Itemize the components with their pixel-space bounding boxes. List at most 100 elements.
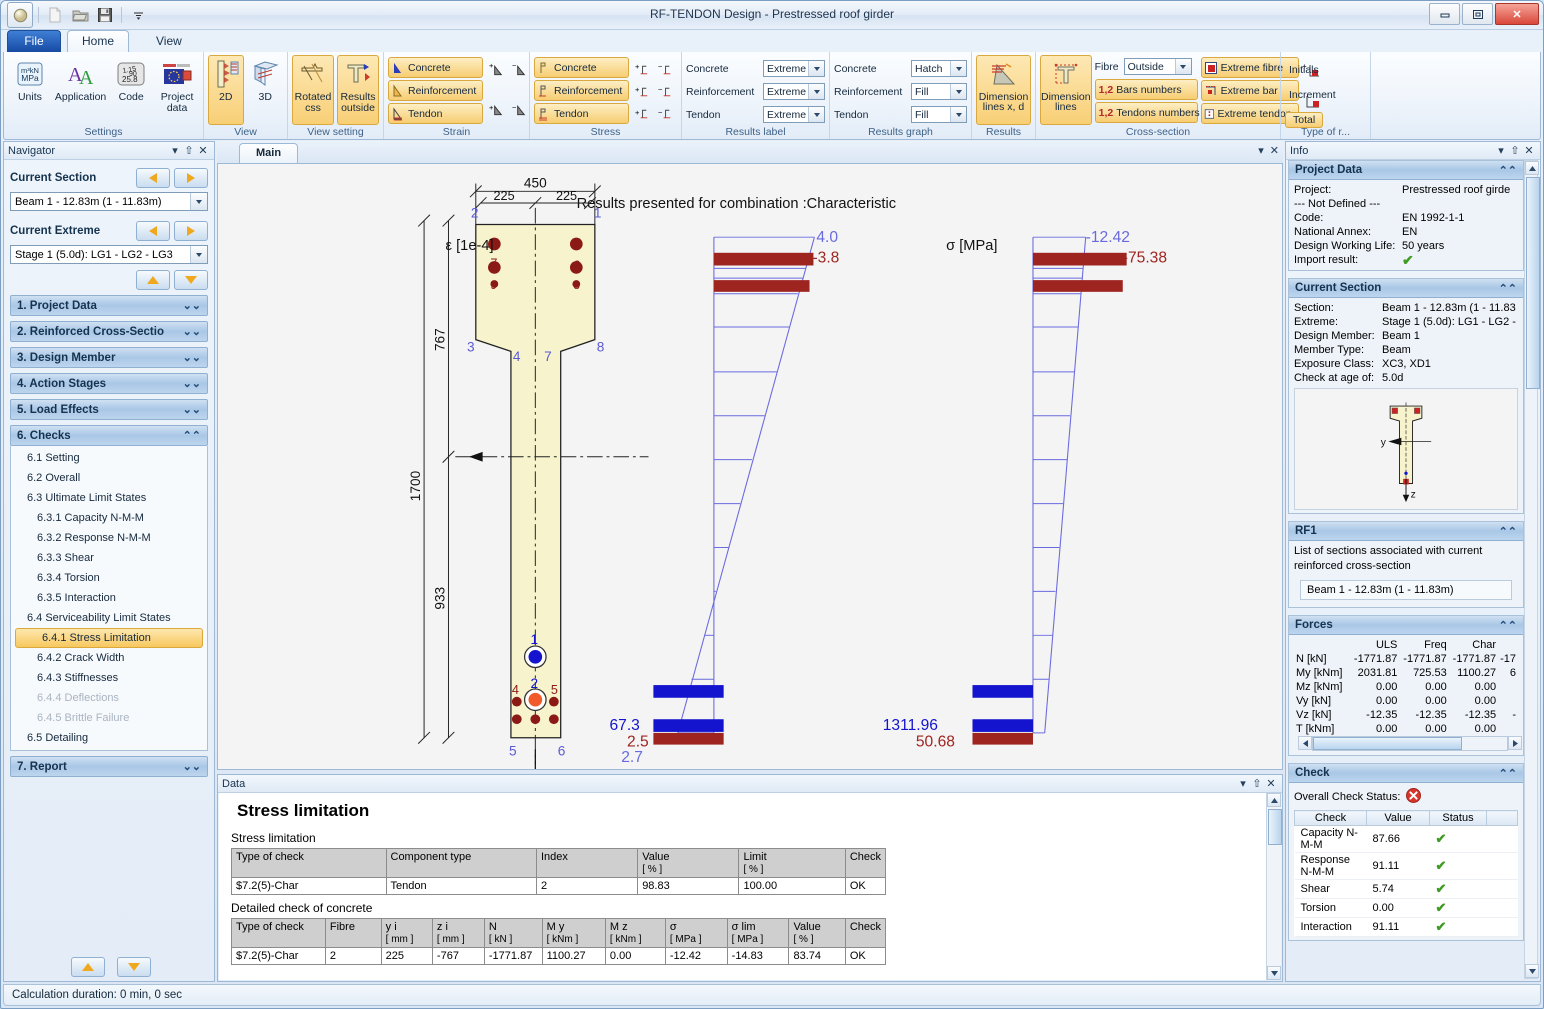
info-box-forces-header[interactable]: Forces⌃⌃: [1289, 616, 1523, 635]
navsection-header-project-data[interactable]: 1. Project Data⌄⌄: [10, 295, 208, 316]
sidebar-item-6-3-ultimate-limit-states[interactable]: 6.3 Ultimate Limit States: [11, 488, 207, 508]
sidebar-item-6-3-2-response[interactable]: 6.3.2 Response N-M-M: [11, 528, 207, 548]
stress-tendon-button[interactable]: Tendon: [534, 103, 629, 124]
navsection-header-load-effects[interactable]: 5. Load Effects⌄⌄: [10, 399, 208, 420]
graphics-viewport[interactable]: Results presented for combination :Chara…: [217, 163, 1283, 770]
navsection-header-checks[interactable]: 6. Checks⌃⌃: [10, 425, 208, 446]
chevron-down-icon[interactable]: [950, 107, 966, 122]
ribbon-tab-strip[interactable]: File Home View: [1, 30, 1543, 52]
stress-sign-row-3[interactable]: + −: [635, 105, 675, 122]
navsection-header-report[interactable]: 7. Report⌄⌄: [10, 756, 208, 777]
strain-plus-icon-bottom[interactable]: +: [489, 101, 506, 118]
application-button[interactable]: AA Application: [54, 55, 107, 104]
stress-sign-row-1[interactable]: + −: [635, 61, 675, 78]
data-panel-scrollbar[interactable]: [1266, 793, 1281, 980]
chevron-down-icon[interactable]: [950, 84, 966, 99]
minimize-button[interactable]: [1429, 3, 1460, 25]
info-scroll-down-button[interactable]: [1525, 964, 1539, 978]
tab-main[interactable]: Main: [239, 143, 298, 164]
info-scroll-up-button[interactable]: [1525, 161, 1539, 175]
chevron-down-icon[interactable]: ⌄⌄: [183, 403, 201, 416]
stress-reinforcement-button[interactable]: Reinforcement: [534, 80, 629, 101]
sidebar-item-6-2-overall[interactable]: 6.2 Overall: [11, 468, 207, 488]
chevron-up-icon[interactable]: ⌃⌃: [1499, 619, 1517, 632]
rf1-section-item[interactable]: Beam 1 - 12.83m (1 - 11.83m): [1300, 580, 1512, 600]
sidebar-item-6-3-5-interaction[interactable]: 6.3.5 Interaction: [11, 588, 207, 608]
window-controls[interactable]: ✕: [1429, 3, 1539, 25]
forces-scroll-track[interactable]: [1312, 736, 1508, 751]
data-scroll-down-button[interactable]: [1267, 966, 1281, 980]
units-button[interactable]: m³kNMPa Units: [8, 55, 52, 104]
bars-numbers-button[interactable]: 1,2 Bars numbers: [1095, 79, 1198, 100]
chevron-down-icon[interactable]: ⌄⌄: [183, 760, 201, 773]
code-button[interactable]: 1.159025.8 Code: [109, 55, 153, 104]
strain-sign-row-bottom[interactable]: + −: [489, 101, 529, 118]
initials-button[interactable]: Initials: [1285, 60, 1323, 80]
results-outside-button[interactable]: Results outside: [337, 55, 379, 125]
document-close-icon[interactable]: ✕: [1270, 144, 1279, 157]
forces-scroll-right-button[interactable]: [1508, 736, 1522, 750]
view-3d-button[interactable]: 3D: [248, 55, 284, 125]
strain-plus-icon-top[interactable]: +: [489, 61, 506, 78]
chevron-down-icon[interactable]: ⌄⌄: [183, 325, 201, 338]
stress-sign-row-2[interactable]: + −: [635, 83, 675, 100]
navigator-footer-up-button[interactable]: [71, 957, 105, 977]
document-tab-controls[interactable]: ▾ ✕: [1258, 144, 1279, 157]
chevron-up-icon[interactable]: ⌃⌃: [1499, 525, 1517, 538]
results-graph-reinforcement-select[interactable]: Fill: [911, 83, 967, 100]
chevron-down-icon[interactable]: ⌄⌄: [183, 377, 201, 390]
stress-plus-icon-1[interactable]: +: [635, 61, 652, 78]
chevron-down-icon[interactable]: [808, 107, 824, 122]
chevron-down-icon[interactable]: [950, 61, 966, 76]
sidebar-item-6-4-2-crack-width[interactable]: 6.4.2 Crack Width: [11, 648, 207, 668]
tendons-numbers-button[interactable]: 1,2 Tendons numbers: [1095, 102, 1198, 123]
sidebar-item-6-4-serviceability-limit-states[interactable]: 6.4 Serviceability Limit States: [11, 608, 207, 628]
chevron-down-icon[interactable]: [808, 61, 824, 76]
strain-minus-icon-top[interactable]: −: [512, 61, 529, 78]
results-label-reinforcement-select[interactable]: Extreme: [763, 83, 825, 100]
stress-minus-icon-3[interactable]: −: [658, 105, 675, 122]
current-extreme-prev-button[interactable]: [136, 221, 170, 241]
dimension-lines-xd-button[interactable]: Dimension lines x, d: [976, 55, 1031, 125]
navigator-updown-buttons[interactable]: [10, 270, 208, 290]
chevron-down-icon[interactable]: [1175, 59, 1191, 74]
sidebar-item-6-4-1-stress-limitation[interactable]: 6.4.1 Stress Limitation: [15, 628, 203, 648]
current-extreme-select[interactable]: Stage 1 (5.0d): LG1 - LG2 - LG3: [10, 245, 208, 264]
info-scrollbar[interactable]: [1524, 160, 1538, 979]
info-scroll-thumb[interactable]: [1526, 177, 1540, 389]
chevron-down-icon[interactable]: [190, 246, 207, 263]
chevron-up-icon[interactable]: ⌃⌃: [1499, 164, 1517, 177]
info-close-icon[interactable]: ✕: [1522, 144, 1536, 157]
navigator-footer-buttons[interactable]: [4, 957, 214, 977]
close-button[interactable]: ✕: [1495, 3, 1539, 25]
forces-horizontal-scrollbar[interactable]: [1298, 736, 1522, 750]
results-graph-tendon-select[interactable]: Fill: [911, 106, 967, 123]
dimension-lines-button[interactable]: Dimension lines: [1040, 55, 1092, 125]
rotated-css-button[interactable]: Rotated css: [292, 55, 334, 125]
strain-concrete-button[interactable]: Concrete: [388, 57, 483, 78]
strain-reinforcement-button[interactable]: Reinforcement: [388, 80, 483, 101]
stress-concrete-button[interactable]: Concrete: [534, 57, 629, 78]
data-panel-menu-chevron-down-icon[interactable]: ▾: [1236, 777, 1250, 790]
info-box-rf1-header[interactable]: RF1⌃⌃: [1289, 522, 1523, 541]
chevron-up-icon[interactable]: ⌃⌃: [183, 429, 201, 442]
sidebar-item-6-3-4-torsion[interactable]: 6.3.4 Torsion: [11, 568, 207, 588]
navsection-header-reinforced-cross-section[interactable]: 2. Reinforced Cross-Sectio⌄⌄: [10, 321, 208, 342]
data-panel-close-icon[interactable]: ✕: [1264, 777, 1278, 790]
sidebar-item-6-3-1-capacity[interactable]: 6.3.1 Capacity N-M-M: [11, 508, 207, 528]
sidebar-item-6-1-setting[interactable]: 6.1 Setting: [11, 448, 207, 468]
ribbon-tab-file[interactable]: File: [7, 30, 61, 53]
chevron-down-icon[interactable]: ⌄⌄: [183, 351, 201, 364]
fibre-select[interactable]: Outside: [1124, 58, 1192, 75]
info-menu-chevron-down-icon[interactable]: ▾: [1494, 144, 1508, 157]
data-scroll-up-button[interactable]: [1267, 793, 1281, 807]
results-label-concrete-select[interactable]: Extreme: [763, 60, 825, 77]
results-label-tendon-select[interactable]: Extreme: [763, 106, 825, 123]
navsection-header-action-stages[interactable]: 4. Action Stages⌄⌄: [10, 373, 208, 394]
increment-button[interactable]: Increment: [1285, 85, 1340, 105]
sidebar-item-6-3-3-shear[interactable]: 6.3.3 Shear: [11, 548, 207, 568]
info-box-current-section-header[interactable]: Current Section⌃⌃: [1289, 279, 1523, 298]
chevron-down-icon[interactable]: [808, 84, 824, 99]
forces-scroll-left-button[interactable]: [1298, 736, 1312, 750]
info-box-project-data-header[interactable]: Project Data⌃⌃: [1289, 161, 1523, 180]
